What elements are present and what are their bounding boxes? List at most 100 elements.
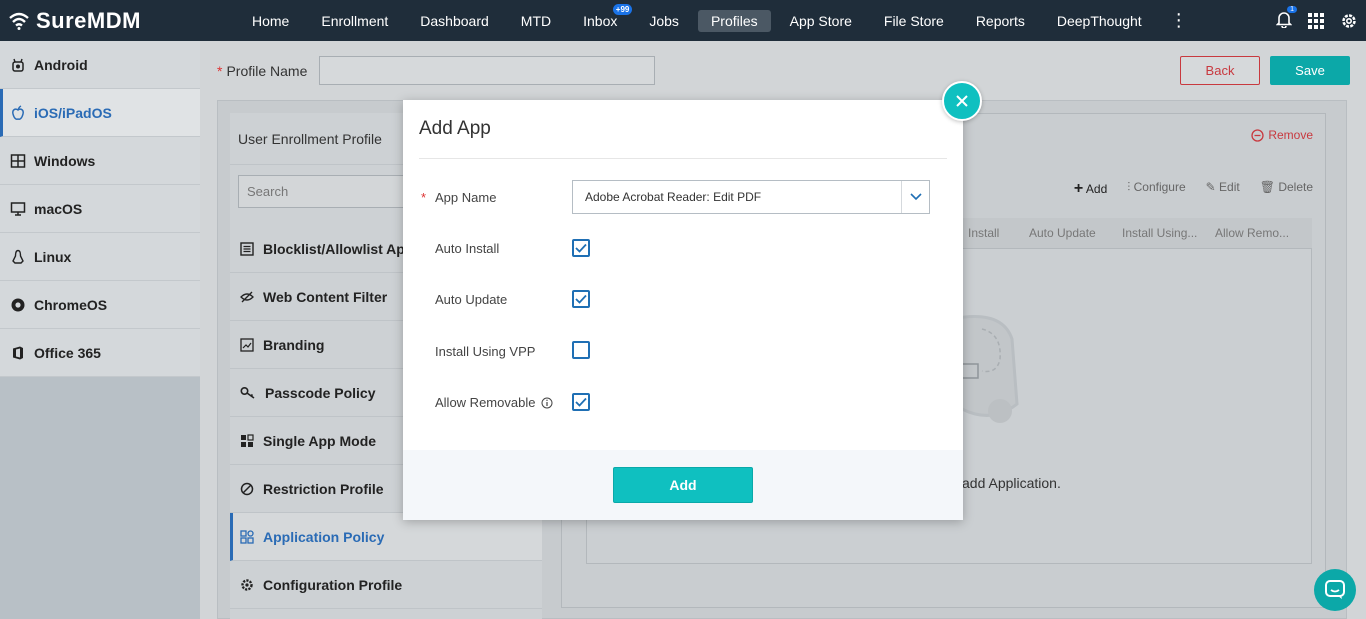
nav-file-store[interactable]: File Store bbox=[871, 10, 957, 32]
install-using-vpp-label: Install Using VPP bbox=[435, 344, 536, 359]
sidebar-item-label: Windows bbox=[34, 152, 96, 169]
chat-support-button[interactable] bbox=[1314, 569, 1356, 611]
nav-mtd[interactable]: MTD bbox=[508, 10, 564, 32]
info-icon[interactable] bbox=[541, 397, 553, 409]
sidebar-item-office365[interactable]: Office 365 bbox=[0, 329, 200, 377]
list-icon bbox=[240, 241, 254, 256]
sidebar-item-label: Linux bbox=[34, 248, 72, 265]
column-auto-update[interactable]: Auto Update bbox=[1029, 226, 1096, 240]
save-button[interactable]: Save bbox=[1270, 56, 1350, 85]
sidebar-item-android[interactable]: Android bbox=[0, 41, 200, 89]
sliders-icon: ⫶ bbox=[1127, 180, 1131, 194]
office-icon bbox=[13, 346, 23, 359]
auto-update-checkbox[interactable] bbox=[572, 290, 590, 308]
add-app-label: Add bbox=[1085, 182, 1108, 196]
allow-removable-field: Allow Removable bbox=[435, 395, 553, 410]
edit-button[interactable]: ✎ Edit bbox=[1206, 180, 1240, 198]
back-button[interactable]: Back bbox=[1180, 56, 1260, 85]
nav-inbox-label: Inbox bbox=[583, 12, 618, 29]
modal-close-button[interactable] bbox=[942, 81, 982, 121]
notification-badge: 1 bbox=[1287, 6, 1297, 13]
auto-install-checkbox[interactable] bbox=[572, 239, 590, 257]
pencil-icon: ✎ bbox=[1205, 180, 1216, 194]
nav-home[interactable]: Home bbox=[239, 10, 302, 32]
modal-add-button[interactable]: Add bbox=[613, 467, 753, 503]
sidebar-item-windows[interactable]: Windows bbox=[0, 137, 200, 185]
policy-item-application[interactable]: Application Policy bbox=[230, 513, 542, 561]
trash-icon: 🗑 bbox=[1259, 180, 1275, 194]
monitor-icon bbox=[10, 201, 26, 216]
modal-title: Add App bbox=[419, 118, 491, 139]
nav-deepthought[interactable]: DeepThought bbox=[1044, 10, 1155, 32]
plus-icon: + bbox=[1073, 180, 1084, 197]
remove-button[interactable]: Remove bbox=[1251, 128, 1313, 142]
required-marker: * bbox=[217, 63, 223, 79]
minus-circle-icon bbox=[1251, 128, 1264, 142]
wifi-icon bbox=[9, 12, 29, 30]
sidebar-item-chromeos[interactable]: ChromeOS bbox=[0, 281, 200, 329]
app-name-label: App Name bbox=[435, 190, 497, 205]
settings-gear-icon[interactable] bbox=[1340, 12, 1358, 30]
android-icon bbox=[12, 58, 24, 72]
notifications-button[interactable]: 1 bbox=[1275, 6, 1297, 31]
edit-label: Edit bbox=[1219, 180, 1240, 194]
configure-button[interactable]: ⫶ Configure bbox=[1127, 180, 1185, 198]
policy-item-label: Application Policy bbox=[263, 528, 385, 545]
chat-icon bbox=[1325, 580, 1345, 599]
nav-reports[interactable]: Reports bbox=[963, 10, 1038, 32]
policy-item-configuration[interactable]: Configuration Profile bbox=[230, 561, 542, 609]
app-name: SureMDM bbox=[36, 7, 141, 33]
profile-name-text: Profile Name bbox=[226, 63, 308, 79]
policy-item-label: Web Content Filter bbox=[263, 288, 388, 305]
policy-item-label: Branding bbox=[263, 336, 325, 353]
sidebar-item-macos[interactable]: macOS bbox=[0, 185, 200, 233]
allow-removable-checkbox[interactable] bbox=[572, 393, 590, 411]
inbox-badge: +99 bbox=[612, 3, 633, 15]
more-vertical-icon[interactable]: ⋮ bbox=[1170, 10, 1188, 31]
linux-icon bbox=[12, 249, 24, 264]
check-icon bbox=[575, 294, 587, 304]
nav-app-store[interactable]: App Store bbox=[777, 10, 865, 32]
chrome-icon bbox=[11, 298, 25, 311]
app-logo[interactable]: SureMDM bbox=[0, 0, 236, 41]
column-allow-removable[interactable]: Allow Remo... bbox=[1215, 226, 1289, 240]
nav-dashboard[interactable]: Dashboard bbox=[407, 10, 502, 32]
sidebar-item-label: iOS/iPadOS bbox=[34, 104, 112, 121]
apple-icon bbox=[12, 104, 24, 120]
delete-label: Delete bbox=[1278, 180, 1313, 194]
nav-inbox[interactable]: Inbox +99 bbox=[570, 3, 633, 32]
apps-icon bbox=[240, 529, 254, 544]
add-app-button[interactable]: + Add bbox=[1074, 180, 1107, 198]
policy-item-label: Passcode Policy bbox=[265, 384, 376, 401]
nav-enrollment[interactable]: Enrollment bbox=[308, 10, 401, 32]
column-install-using[interactable]: Install Using... bbox=[1122, 226, 1197, 240]
windows-icon bbox=[10, 153, 26, 168]
check-icon bbox=[575, 397, 587, 407]
app-name-select[interactable]: Adobe Acrobat Reader: Edit PDF bbox=[572, 180, 930, 214]
policy-item-label: Blocklist/Allowlist Ap bbox=[263, 240, 405, 257]
sidebar-item-label: macOS bbox=[34, 200, 83, 217]
configure-label: Configure bbox=[1133, 180, 1186, 194]
add-app-modal: Add App * App Name Adobe Acrobat Reader:… bbox=[403, 100, 963, 520]
check-icon bbox=[575, 243, 587, 253]
eye-off-icon bbox=[240, 291, 254, 302]
sidebar-item-linux[interactable]: Linux bbox=[0, 233, 200, 281]
policy-item-label: Restriction Profile bbox=[263, 480, 384, 497]
top-nav-bar: SureMDM Home Enrollment Dashboard MTD In… bbox=[0, 0, 1366, 41]
main-nav: Home Enrollment Dashboard MTD Inbox +99 … bbox=[236, 0, 1188, 41]
nav-jobs[interactable]: Jobs bbox=[636, 10, 692, 32]
gear-icon bbox=[241, 578, 253, 591]
chevron-down-icon[interactable] bbox=[901, 181, 929, 213]
sidebar-item-label: Office 365 bbox=[34, 344, 101, 361]
sidebar-item-ios[interactable]: iOS/iPadOS bbox=[0, 89, 200, 137]
column-install[interactable]: Install bbox=[968, 226, 999, 240]
required-marker: * bbox=[421, 190, 427, 205]
nav-profiles[interactable]: Profiles bbox=[697, 9, 771, 32]
empty-state-text: add Application. bbox=[962, 475, 1061, 491]
install-using-vpp-checkbox[interactable] bbox=[572, 341, 590, 359]
policy-item-label: Single App Mode bbox=[263, 432, 377, 449]
delete-button[interactable]: 🗑 Delete bbox=[1260, 180, 1313, 198]
apps-grid-icon[interactable] bbox=[1308, 12, 1324, 29]
policy-item-label: Configuration Profile bbox=[263, 576, 403, 593]
profile-name-input[interactable] bbox=[319, 56, 655, 85]
